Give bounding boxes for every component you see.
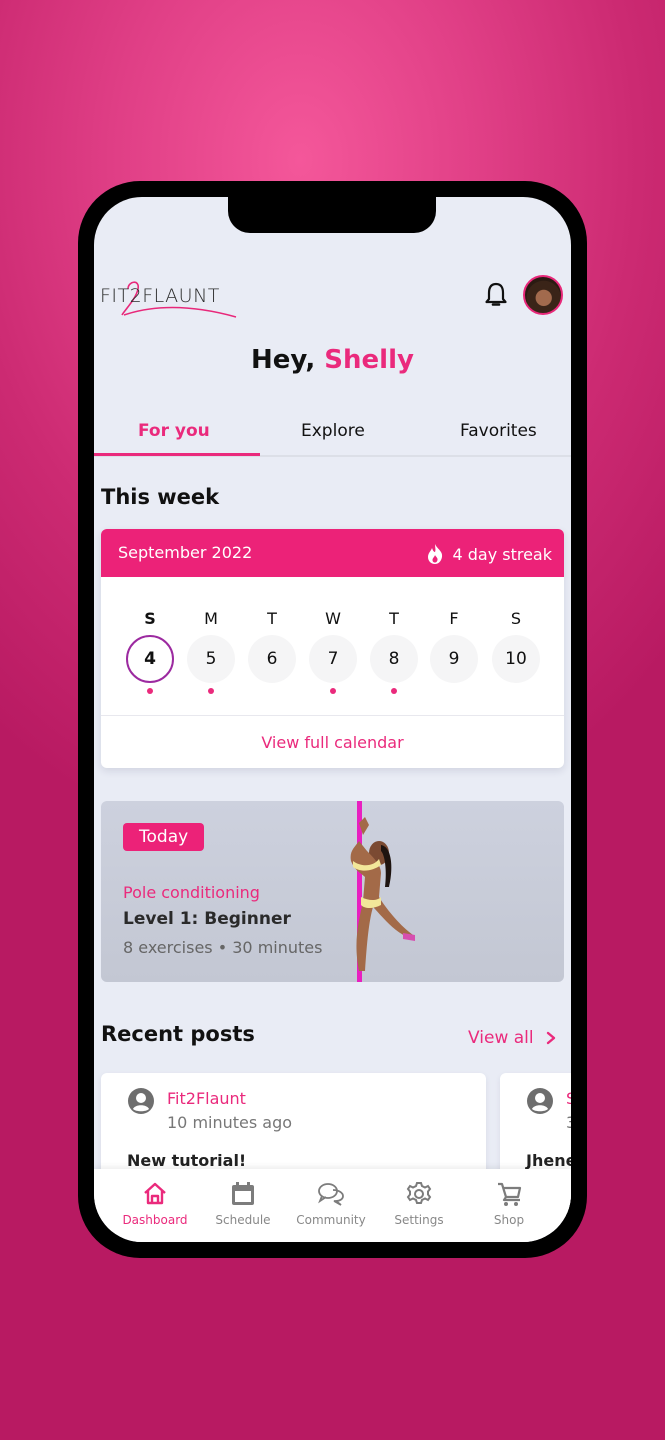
calendar-day[interactable]: T6 <box>248 577 296 683</box>
notifications-button[interactable] <box>484 281 508 309</box>
workout-category: Pole conditioning <box>123 883 260 902</box>
nav-settings[interactable]: Settings <box>374 1181 464 1227</box>
view-full-calendar-link[interactable]: View full calendar <box>101 733 564 752</box>
calendar-icon <box>232 1182 254 1205</box>
day-date[interactable]: 10 <box>492 635 540 683</box>
gear-icon <box>406 1182 432 1204</box>
nav-label: Community <box>296 1213 366 1227</box>
nav-label: Shop <box>493 1213 525 1227</box>
tab-for-you[interactable]: For you <box>138 421 210 441</box>
calendar-month: September 2022 <box>118 543 253 562</box>
day-date[interactable]: 7 <box>309 635 357 683</box>
home-icon <box>144 1182 166 1205</box>
user-avatar-icon <box>527 1088 553 1114</box>
post-author[interactable]: S <box>566 1089 571 1108</box>
activity-dot <box>208 688 214 694</box>
day-date[interactable]: 6 <box>248 635 296 683</box>
flame-icon <box>428 544 443 564</box>
day-date[interactable]: 4 <box>126 635 174 683</box>
calendar-day[interactable]: W7 <box>309 577 357 694</box>
active-tab-indicator <box>94 453 260 456</box>
greeting-heading: Hey, Shelly <box>94 345 571 375</box>
post-title: New tutorial! <box>127 1151 247 1170</box>
post-time: 10 minutes ago <box>167 1113 293 1132</box>
nav-dashboard[interactable]: Dashboard <box>110 1181 200 1227</box>
activity-dot <box>391 688 397 694</box>
chat-bubbles-icon <box>318 1183 344 1206</box>
post-time: 3 <box>566 1113 571 1132</box>
calendar-divider <box>101 715 564 716</box>
calendar-day[interactable]: T8 <box>370 577 418 694</box>
chevron-right-icon <box>546 1031 555 1045</box>
day-letter: M <box>204 609 218 628</box>
bell-icon <box>485 282 507 306</box>
user-avatar-icon <box>128 1088 154 1114</box>
calendar-header: September 2022 4 day streak <box>101 529 564 577</box>
view-all-posts-link[interactable]: View all <box>468 1028 556 1048</box>
tab-explore[interactable]: Explore <box>301 421 365 441</box>
phone-frame: FIT2FLAUNT Hey, Shelly For you Explore F… <box>78 181 587 1258</box>
calendar-day[interactable]: S 10 <box>492 577 540 683</box>
tab-bar: For you Explore Favorites <box>94 415 571 457</box>
day-letter: S <box>144 609 156 628</box>
day-letter: F <box>449 609 459 628</box>
greeting-prefix: Hey, <box>251 345 316 375</box>
brand-wordmark: FIT2FLAUNT <box>100 285 220 307</box>
app-header: FIT2FLAUNT <box>94 273 571 319</box>
day-letter: W <box>325 609 341 628</box>
activity-dot <box>147 688 153 694</box>
nav-label: Schedule <box>215 1213 271 1227</box>
workout-meta: 8 exercises • 30 minutes <box>123 938 323 957</box>
app-screen: FIT2FLAUNT Hey, Shelly For you Explore F… <box>94 197 571 1242</box>
streak-indicator: 4 day streak <box>426 543 552 565</box>
calendar-day[interactable]: M5 <box>187 577 235 694</box>
day-letter: T <box>267 609 277 628</box>
activity-dot <box>330 688 336 694</box>
post-author[interactable]: Fit2Flaunt <box>167 1089 246 1108</box>
view-all-label: View all <box>468 1028 534 1048</box>
calendar-day[interactable]: S4 <box>126 577 174 694</box>
day-date[interactable]: 5 <box>187 635 235 683</box>
tab-favorites[interactable]: Favorites <box>460 421 537 441</box>
avatar[interactable] <box>523 275 563 315</box>
streak-text: 4 day streak <box>452 544 552 564</box>
day-letter: T <box>389 609 399 628</box>
phone-notch <box>228 197 436 233</box>
day-date[interactable]: 8 <box>370 635 418 683</box>
nav-label: Settings <box>394 1213 444 1227</box>
today-badge: Today <box>123 823 205 851</box>
nav-label: Dashboard <box>122 1213 188 1227</box>
calendar-day[interactable]: F9 <box>430 577 478 683</box>
brand-logo[interactable]: FIT2FLAUNT <box>100 277 240 318</box>
recent-posts-heading: Recent posts <box>101 1022 255 1046</box>
greeting-name: Shelly <box>324 345 414 375</box>
nav-shop[interactable]: Shop <box>464 1181 554 1227</box>
post-title: Jhene <box>526 1151 571 1170</box>
day-letter: S <box>510 609 522 628</box>
dancer-image <box>350 817 415 971</box>
cart-icon <box>498 1182 522 1206</box>
nav-schedule[interactable]: Schedule <box>198 1181 288 1227</box>
week-days: S 4 M 5 T 6 W 7 T 8 F 9 S 10 <box>101 577 564 715</box>
this-week-heading: This week <box>101 485 220 509</box>
week-calendar-card: September 2022 4 day streak S4M5T6W7T8F9… <box>101 529 564 768</box>
day-date[interactable]: 9 <box>430 635 478 683</box>
nav-community[interactable]: Community <box>286 1181 376 1227</box>
today-workout-card[interactable]: Today Pole conditioning Level 1: Beginne… <box>101 801 564 982</box>
workout-title: Level 1: Beginner <box>123 909 291 929</box>
bottom-navigation: Dashboard Schedule Community Settings Sh… <box>94 1169 571 1242</box>
